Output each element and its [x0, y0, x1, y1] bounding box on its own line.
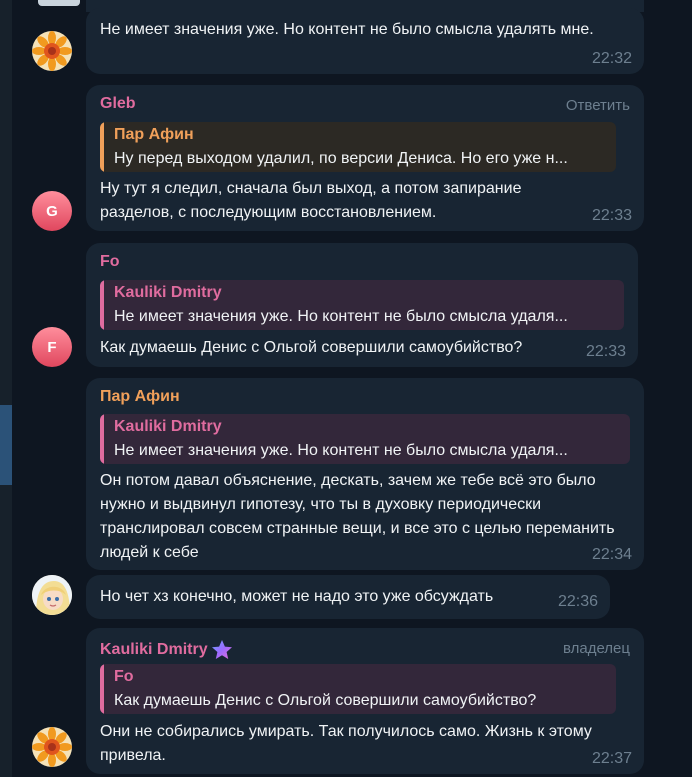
- message-text: Как думаешь Денис с Ольгой совершили сам…: [100, 339, 523, 356]
- quote-text: Не имеет значения уже. Но контент не был…: [114, 442, 568, 459]
- message-time: 22:36: [557, 593, 598, 610]
- message-time: 22:33: [585, 343, 626, 360]
- sender-name[interactable]: Kauliki Dmitry: [100, 638, 234, 662]
- message-time: 22:32: [591, 50, 632, 67]
- avatar[interactable]: [32, 727, 72, 767]
- sender-name[interactable]: Gleb: [100, 95, 136, 113]
- avatar[interactable]: F: [32, 327, 72, 367]
- message-bubble[interactable]: Но чет хз конечно, может не надо это уже…: [86, 575, 610, 619]
- reply-quote[interactable]: Пар Афин Ну перед выходом удалил, по вер…: [100, 122, 616, 172]
- avatar[interactable]: [32, 31, 72, 71]
- message-time: 22:34: [591, 546, 632, 563]
- owner-tag: владелец: [562, 640, 630, 657]
- message-text: Он потом давал объяснение, дескать, заче…: [100, 472, 615, 561]
- quote-bar: [100, 122, 104, 172]
- quote-bar: [100, 280, 104, 330]
- quote-bar: [100, 414, 104, 464]
- sunflower-icon: [32, 31, 72, 71]
- quote-bar: [100, 664, 104, 714]
- avatar[interactable]: G: [32, 191, 72, 231]
- quote-sender: Kauliki Dmitry: [114, 418, 222, 435]
- message-time: 22:33: [591, 207, 632, 224]
- reply-quote[interactable]: Fo Как думаешь Денис с Ольгой совершили …: [100, 664, 616, 714]
- message-text: Ну тут я следил, сначала был выход, а по…: [100, 180, 522, 221]
- sender-name[interactable]: Пар Афин: [100, 388, 180, 406]
- sender-name[interactable]: Fo: [100, 253, 120, 271]
- message-bubble[interactable]: Fo Kauliki Dmitry Не имеет значения уже.…: [86, 243, 638, 367]
- avatar-letter: F: [47, 338, 57, 356]
- message-text: Не имеет значения уже. Но контент не был…: [100, 21, 594, 38]
- star-icon[interactable]: [210, 638, 234, 662]
- sunflower-icon: [32, 727, 72, 767]
- reply-quote[interactable]: Kauliki Dmitry Не имеет значения уже. Но…: [100, 280, 624, 330]
- quote-sender: Пар Афин: [114, 126, 194, 143]
- message-bubble[interactable]: Не имеет значения уже. Но контент не был…: [86, 8, 644, 74]
- message-text: Но чет хз конечно, может не надо это уже…: [100, 588, 494, 605]
- message-bubble[interactable]: Gleb Ответить Пар Афин Ну перед выходом …: [86, 85, 644, 231]
- scroll-indicator[interactable]: [0, 405, 12, 485]
- sender-label: Kauliki Dmitry: [100, 641, 208, 658]
- left-panel-edge: [0, 0, 12, 777]
- quote-text: Ну перед выходом удалил, по версии Денис…: [114, 150, 568, 167]
- avatar-letter: G: [46, 202, 58, 220]
- quote-text: Как думаешь Денис с Ольгой совершили сам…: [114, 692, 537, 709]
- avatar[interactable]: [32, 575, 72, 615]
- message-text: Они не собирались умирать. Так получилос…: [100, 723, 592, 764]
- quote-text: Не имеет значения уже. Но контент не был…: [114, 308, 568, 325]
- message-bubble[interactable]: Kauliki Dmitry владелец Fo Как думаешь Д…: [86, 628, 644, 774]
- quote-sender: Fo: [114, 668, 134, 685]
- message-bubble[interactable]: Пар Афин Kauliki Dmitry Не имеет значени…: [86, 378, 644, 570]
- top-cut-element: [38, 0, 80, 6]
- anime-avatar-icon: [32, 575, 72, 615]
- quote-sender: Kauliki Dmitry: [114, 284, 222, 301]
- reply-quote[interactable]: Kauliki Dmitry Не имеет значения уже. Но…: [100, 414, 630, 464]
- message-time: 22:37: [591, 750, 632, 767]
- reply-button[interactable]: Ответить: [566, 97, 630, 114]
